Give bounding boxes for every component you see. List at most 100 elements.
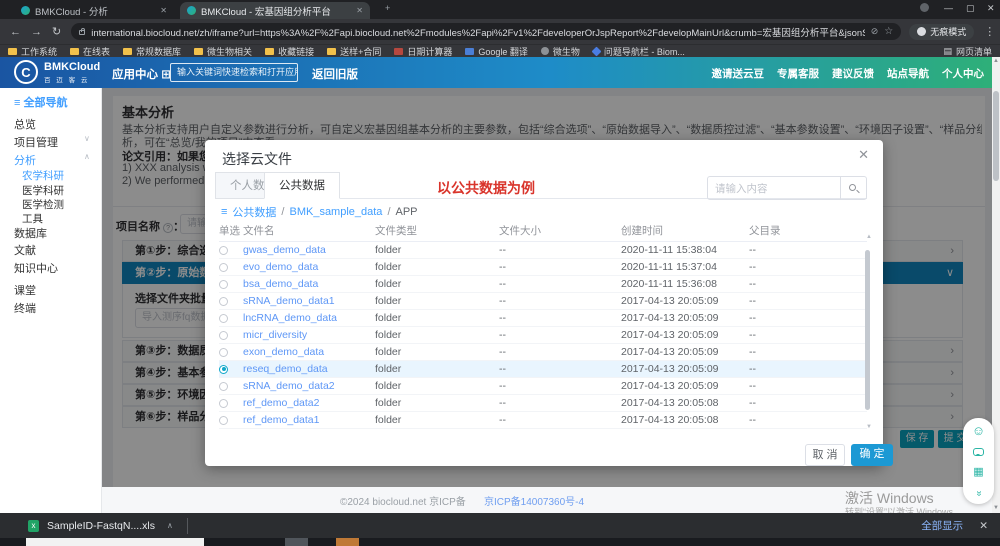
radio-button[interactable] <box>219 280 228 289</box>
file-name-link[interactable]: bsa_demo_data <box>243 278 375 290</box>
breadcrumb-bmk-sample-data[interactable]: BMK_sample_data <box>289 206 382 218</box>
reload-icon[interactable]: ↻ <box>52 25 61 38</box>
sidebar-item-database[interactable]: 数据库 <box>14 225 47 241</box>
old-version-button[interactable]: 返回旧版 <box>312 66 358 82</box>
table-row[interactable]: bsa_demo_datafolder--2020-11-11 15:36:08… <box>219 276 867 293</box>
support-link[interactable]: 专属客服 <box>777 66 819 81</box>
cancel-button[interactable]: 取 消 <box>805 444 845 466</box>
file-name-link[interactable]: reseq_demo_data <box>243 363 375 375</box>
browser-tab-2-active[interactable]: BMKCloud - 宏基因组分析平台 ✕ <box>180 2 370 19</box>
profile-icon[interactable] <box>920 3 929 12</box>
sidebar-item-analysis[interactable]: 分析 <box>14 152 36 168</box>
scrollbar-thumb[interactable] <box>865 250 870 410</box>
download-bar-close-icon[interactable]: ✕ <box>979 520 988 532</box>
eye-off-icon[interactable]: ⊘ <box>871 26 879 37</box>
file-name-link[interactable]: micr_diversity <box>243 329 375 341</box>
window-close-icon[interactable]: ✕ <box>987 3 995 14</box>
sidebar-item-literature[interactable]: 文献 <box>14 242 36 258</box>
window-maximize-icon[interactable]: ▢ <box>966 3 975 14</box>
window-minimize-icon[interactable]: — <box>944 3 953 13</box>
radio-button[interactable] <box>219 314 228 323</box>
table-row[interactable]: ref_demo_data2folder--2017-04-13 20:05:0… <box>219 395 867 412</box>
sidebar-item-terminal[interactable]: 终端 <box>14 300 36 316</box>
sidebar-nav-title[interactable]: ≡ 全部导航 <box>14 94 67 110</box>
taskbar-app-button[interactable] <box>336 538 359 546</box>
breadcrumb-public-data[interactable]: 公共数据 <box>232 204 276 220</box>
reading-list-button[interactable]: ▤网页清单 <box>943 45 992 58</box>
bookmark-star-icon[interactable]: ☆ <box>884 26 893 37</box>
table-row[interactable]: lncRNA_demo_datafolder--2017-04-13 20:05… <box>219 310 867 327</box>
dialog-close-icon[interactable]: ✕ <box>858 147 869 163</box>
radio-button[interactable] <box>219 246 228 255</box>
new-tab-icon[interactable]: + <box>385 3 390 13</box>
table-row[interactable]: evo_demo_datafolder--2020-11-11 15:37:04… <box>219 259 867 276</box>
table-row[interactable]: gwas_demo_datafolder--2020-11-11 15:38:0… <box>219 242 867 259</box>
chat-icon[interactable] <box>973 448 984 456</box>
file-name-link[interactable]: evo_demo_data <box>243 261 375 273</box>
file-name-link[interactable]: exon_demo_data <box>243 346 375 358</box>
radio-button[interactable] <box>219 382 228 391</box>
table-row[interactable]: sRNA_demo_data2folder--2017-04-13 20:05:… <box>219 378 867 395</box>
download-caret-icon[interactable]: ∧ <box>167 521 173 530</box>
file-name-link[interactable]: gwas_demo_data <box>243 244 375 256</box>
sidebar-item-overview[interactable]: 总览 <box>14 116 36 132</box>
icp-link[interactable]: 京ICP备14007360号-4 <box>484 493 584 508</box>
tab-close-icon[interactable]: ✕ <box>160 6 167 15</box>
search-button[interactable] <box>840 177 866 199</box>
header-search-input[interactable]: 输入关键词快速检索和打开应用 <box>170 63 298 82</box>
file-name-link[interactable]: ref_demo_data1 <box>243 414 375 426</box>
sidebar-item-tools[interactable]: 工具 <box>22 211 43 226</box>
bookmark-item[interactable]: 微生物相关 <box>194 45 252 58</box>
scroll-up-icon[interactable]: ▲ <box>865 234 873 240</box>
table-scrollbar[interactable]: ▲ ▼ <box>865 242 871 432</box>
browser-tab-1[interactable]: BMKCloud - 分析 ✕ <box>14 2 174 19</box>
scroll-down-icon[interactable]: ▼ <box>992 505 1000 511</box>
radio-button[interactable] <box>219 263 228 272</box>
personal-center-link[interactable]: 个人中心 <box>942 66 984 81</box>
radio-button[interactable] <box>219 297 228 306</box>
collapse-double-chevron-icon[interactable]: » <box>973 491 984 497</box>
scrollbar-thumb[interactable] <box>993 91 999 181</box>
download-filename[interactable]: SampleID-FastqN....xls <box>47 520 155 532</box>
radio-button[interactable] <box>219 416 228 425</box>
bookmark-item[interactable]: 在线表 <box>70 45 110 58</box>
sidebar-item-knowledge[interactable]: 知识中心 <box>14 260 58 276</box>
forward-icon[interactable]: → <box>31 26 42 38</box>
tab-close-icon[interactable]: ✕ <box>356 6 363 15</box>
invite-link[interactable]: 邀请送云豆 <box>712 66 765 81</box>
file-name-link[interactable]: sRNA_demo_data2 <box>243 380 375 392</box>
bookmark-item[interactable]: 收藏链接 <box>265 45 314 58</box>
service-smiley-icon[interactable]: ☺ <box>972 423 985 438</box>
table-row[interactable]: exon_demo_datafolder--2017-04-13 20:05:0… <box>219 344 867 361</box>
sidebar-item-agri-research[interactable]: 农学科研 <box>22 168 64 183</box>
taskbar-window-preview[interactable] <box>26 538 204 546</box>
table-row[interactable]: micr_diversityfolder--2017-04-13 20:05:0… <box>219 327 867 344</box>
confirm-button[interactable]: 确 定 <box>851 444 893 466</box>
table-row-selected[interactable]: reseq_demo_datafolder--2017-04-13 20:05:… <box>219 361 867 378</box>
sitemap-link[interactable]: 站点导航 <box>887 66 929 81</box>
url-field[interactable]: international.biocloud.net/zh/iframe?url… <box>71 23 901 40</box>
scroll-down-icon[interactable]: ▼ <box>865 424 873 430</box>
radio-button-selected[interactable] <box>219 365 228 374</box>
radio-button[interactable] <box>219 331 228 340</box>
dialog-search-input[interactable]: 请输入内容 <box>708 181 840 196</box>
bmkcloud-logo[interactable]: C <box>14 60 38 84</box>
radio-button[interactable] <box>219 348 228 357</box>
file-name-link[interactable]: ref_demo_data2 <box>243 397 375 409</box>
file-name-link[interactable]: sRNA_demo_data1 <box>243 295 375 307</box>
table-row[interactable]: sRNA_demo_data1folder--2017-04-13 20:05:… <box>219 293 867 310</box>
taskbar-app-button[interactable] <box>285 538 308 546</box>
radio-button[interactable] <box>219 399 228 408</box>
bookmark-item[interactable]: Google 翻译 <box>465 45 528 58</box>
menu-more-icon[interactable]: ⋮ <box>984 25 995 38</box>
file-name-link[interactable]: lncRNA_demo_data <box>243 312 375 324</box>
scroll-up-icon[interactable]: ▲ <box>992 58 1000 64</box>
bookmark-item[interactable]: 微生物 <box>541 45 580 58</box>
sidebar-item-project-mgmt[interactable]: 项目管理 <box>14 134 58 150</box>
bookmark-item[interactable]: 送样+合同 <box>327 45 381 58</box>
bookmark-item[interactable]: 日期计算器 <box>394 45 452 58</box>
table-row[interactable]: ref_demo_data1folder--2017-04-13 20:05:0… <box>219 412 867 429</box>
tab-public-data[interactable]: 公共数据 <box>264 172 340 199</box>
sidebar-item-med-research[interactable]: 医学科研 <box>22 183 64 198</box>
sidebar-item-classroom[interactable]: 课堂 <box>14 282 36 298</box>
